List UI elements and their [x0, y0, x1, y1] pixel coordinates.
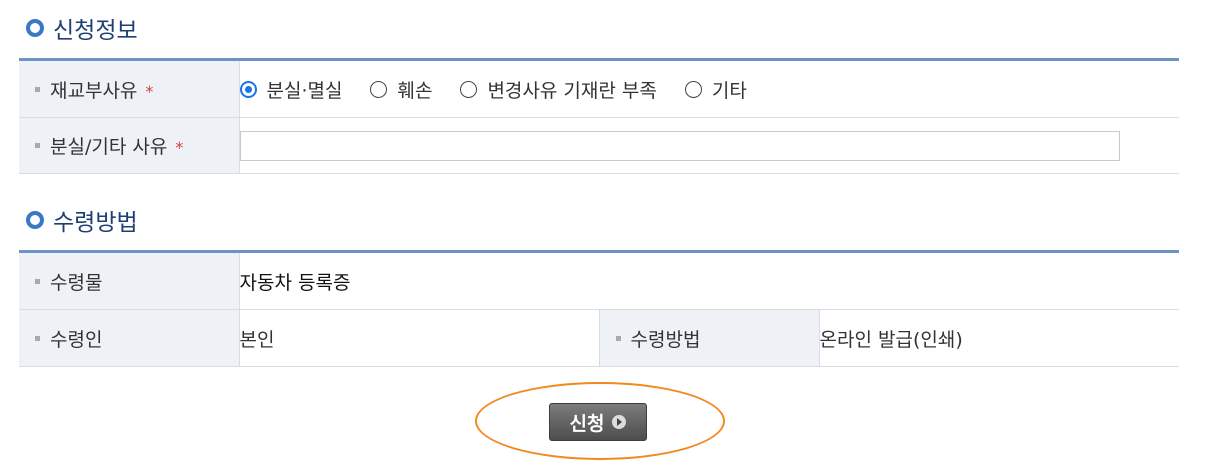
radio-unchecked-icon[interactable]	[460, 80, 478, 98]
recipient-row: 수령인 본인 수령방법 온라인 발급(인쇄)	[19, 309, 1179, 367]
reason-options-cell: 분실·멸실 훼손 변경사유 기재란 부족 기타	[239, 59, 1180, 118]
receipt-item-cell: 자동차 등록증	[239, 251, 1179, 310]
section-title-label: 수령방법	[53, 210, 138, 236]
receipt-item-row: 수령물 자동차 등록증	[19, 251, 1179, 310]
radio-checked-icon[interactable]	[239, 80, 257, 98]
radio-label: 분실·멸실	[266, 79, 343, 102]
detail-label: 분실/기타 사유	[50, 136, 168, 158]
square-bullet-icon	[615, 335, 621, 341]
radio-label: 기타	[711, 79, 747, 102]
radio-option-insufficient-space[interactable]: 변경사유 기재란 부족	[460, 76, 657, 103]
reason-row: 재교부사유 * 분실·멸실 훼손 변경사유 기재란 부족 기타	[19, 59, 1180, 118]
square-bullet-icon	[35, 86, 40, 92]
submit-area: 신청	[475, 382, 725, 460]
method-cell: 온라인 발급(인쇄)	[819, 309, 1179, 367]
arrow-right-icon	[612, 415, 627, 429]
section-title-application-info: 신청정보	[26, 13, 138, 44]
submit-label: 신청	[569, 412, 605, 435]
submit-button[interactable]: 신청	[549, 403, 647, 441]
method-value: 온라인 발급(인쇄)	[819, 328, 963, 351]
detail-header: 분실/기타 사유 *	[19, 117, 240, 174]
receipt-item-value: 자동차 등록증	[239, 271, 351, 294]
radio-option-lost[interactable]: 분실·멸실	[239, 76, 343, 103]
required-mark: *	[145, 81, 154, 101]
detail-reason-input[interactable]	[239, 130, 1120, 161]
recipient-header: 수령인	[19, 309, 240, 367]
detail-row: 분실/기타 사유 *	[19, 117, 1179, 174]
radio-unchecked-icon[interactable]	[370, 80, 388, 98]
method-label: 수령방법	[630, 328, 701, 351]
section-title-label: 신청정보	[53, 18, 138, 44]
receipt-item-header: 수령물	[19, 251, 240, 310]
reason-radio-group: 분실·멸실 훼손 변경사유 기재란 부족 기타	[239, 61, 1180, 117]
method-header: 수령방법	[599, 309, 820, 367]
reason-header: 재교부사유 *	[19, 59, 240, 118]
bullet-icon	[26, 19, 44, 37]
radio-unchecked-icon[interactable]	[684, 80, 702, 98]
radio-option-other[interactable]: 기타	[684, 76, 747, 103]
recipient-value: 본인	[239, 328, 275, 351]
recipient-label: 수령인	[50, 328, 103, 351]
bullet-icon	[26, 211, 44, 229]
receipt-item-label: 수령물	[50, 271, 103, 294]
required-mark: *	[175, 138, 184, 157]
receipt-table: 수령물 자동차 등록증 수령인 본인 수령방법 온라인 발급(인쇄)	[19, 250, 1179, 367]
application-info-table: 재교부사유 * 분실·멸실 훼손 변경사유 기재란 부족 기타 분실/기타 사유…	[19, 58, 1179, 174]
reason-label: 재교부사유	[50, 79, 138, 102]
detail-input-cell	[239, 117, 1179, 174]
square-bullet-icon	[35, 143, 40, 148]
radio-label: 변경사유 기재란 부족	[487, 79, 657, 102]
radio-option-damaged[interactable]: 훼손	[370, 76, 432, 103]
radio-label: 훼손	[397, 79, 433, 102]
square-bullet-icon	[35, 278, 40, 284]
recipient-cell: 본인	[239, 309, 600, 367]
square-bullet-icon	[35, 335, 40, 341]
section-title-receipt: 수령방법	[26, 205, 138, 236]
